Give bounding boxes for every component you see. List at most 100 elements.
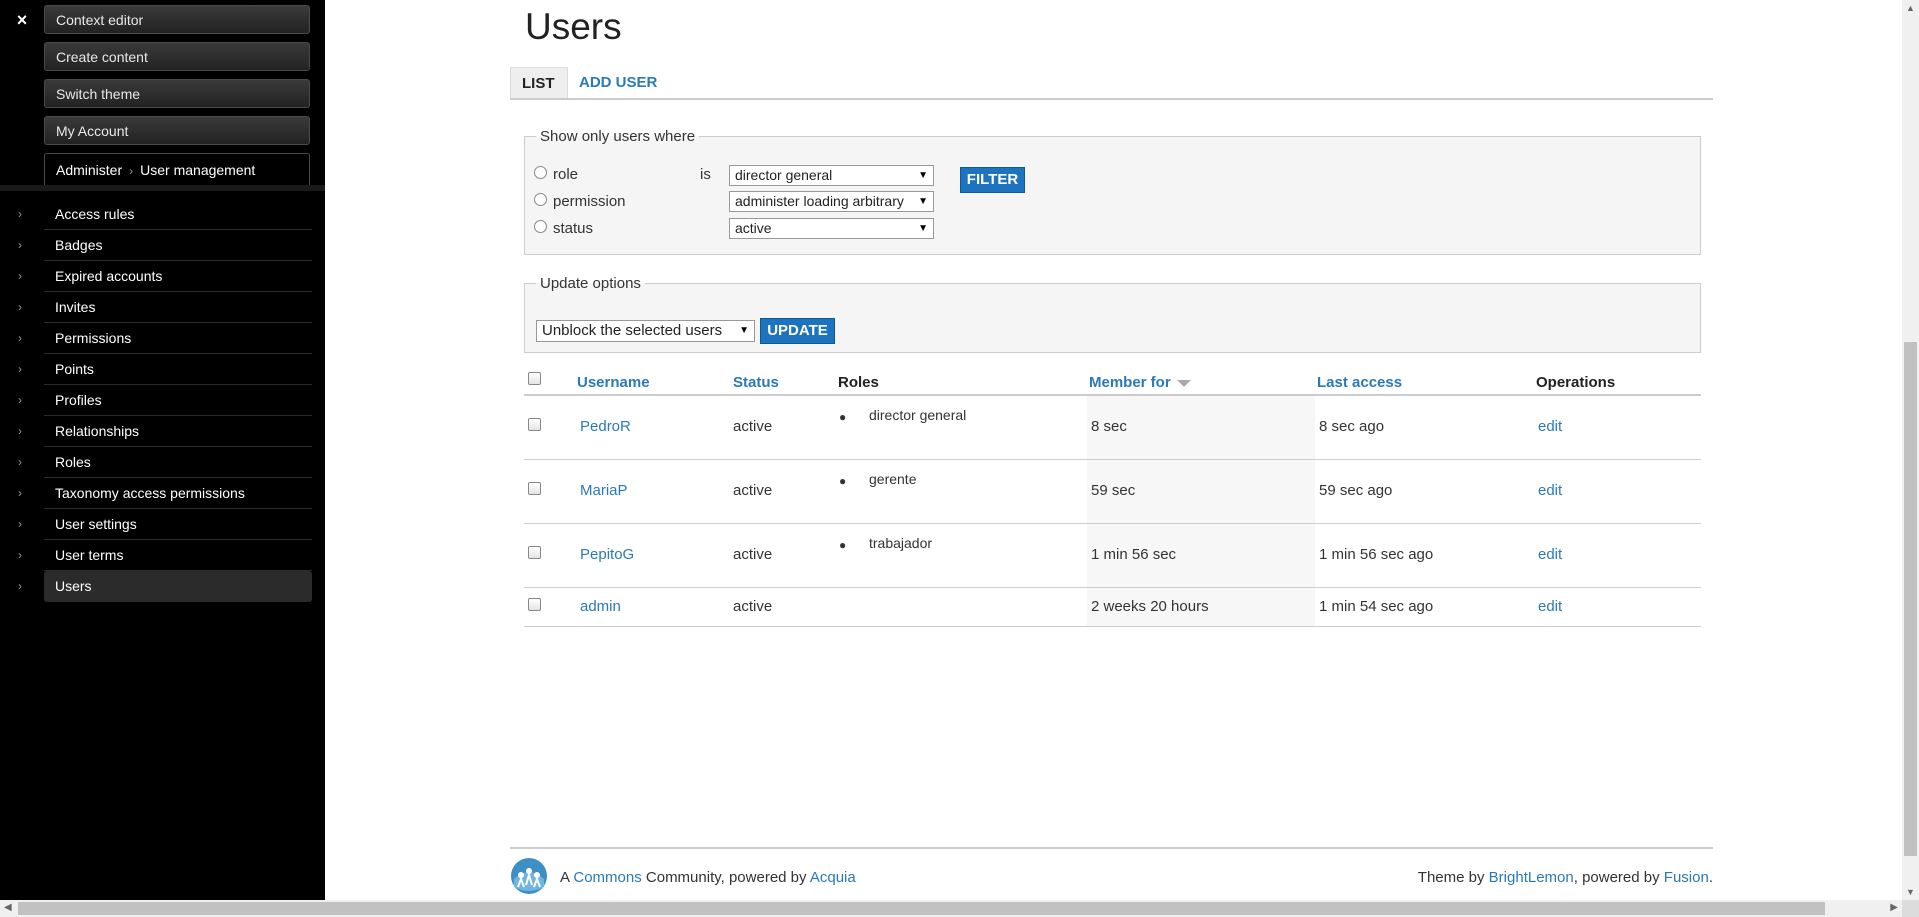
- sidebar-item-users[interactable]: › Users: [18, 571, 312, 602]
- sidebar-item-user-settings[interactable]: › User settings: [18, 509, 312, 540]
- sidebar-item-label: Permissions: [55, 330, 132, 346]
- column-header-status[interactable]: Status: [733, 374, 779, 391]
- role-select[interactable]: director general ▼: [729, 165, 934, 186]
- sidebar-item-label: Roles: [55, 454, 91, 470]
- table-row: admin active 2 weeks 20 hours 1 min 54 s…: [524, 588, 1701, 627]
- filter-fieldset: Show only users where role is director g…: [524, 128, 1701, 255]
- column-header-username[interactable]: Username: [577, 374, 650, 391]
- table-row: PedroR active ● director general 8 sec 8…: [524, 396, 1701, 460]
- breadcrumb-divider: [0, 185, 325, 191]
- edit-link[interactable]: edit: [1538, 418, 1562, 435]
- chevron-right-icon: ›: [18, 486, 22, 500]
- footer-middle: Community, powered by: [645, 869, 807, 886]
- chevron-right-icon: ›: [18, 424, 22, 438]
- sidebar-item-label: User settings: [55, 516, 137, 532]
- scroll-up-icon[interactable]: ▲: [1906, 3, 1915, 13]
- tab-add-user[interactable]: Add user: [568, 67, 668, 98]
- column-header-last-access[interactable]: Last access: [1317, 374, 1402, 391]
- permission-radio[interactable]: [534, 193, 547, 206]
- member-for-label: Member for: [1089, 374, 1171, 391]
- role-radio[interactable]: [534, 166, 547, 179]
- context-editor-button[interactable]: Context editor: [44, 5, 310, 34]
- vertical-scroll-thumb[interactable]: [1904, 342, 1917, 856]
- chevron-right-icon: ›: [129, 164, 134, 178]
- edit-link[interactable]: edit: [1538, 546, 1562, 563]
- username-link[interactable]: PepitoG: [580, 546, 634, 563]
- table-row: PepitoG active ● trabajador 1 min 56 sec…: [524, 524, 1701, 588]
- username-link[interactable]: PedroR: [580, 418, 631, 435]
- sidebar-item-permissions[interactable]: › Permissions: [18, 323, 312, 354]
- column-header-operations: Operations: [1536, 374, 1616, 391]
- status-select[interactable]: active ▼: [729, 218, 934, 239]
- dropdown-arrow-icon: ▼: [918, 170, 928, 181]
- filter-label-status: status: [553, 220, 594, 237]
- sidebar-item-label: Invites: [55, 299, 96, 315]
- my-account-button[interactable]: My Account: [44, 116, 310, 145]
- scroll-down-icon[interactable]: ▼: [1906, 887, 1915, 897]
- breadcrumb: Administer › User management: [44, 153, 310, 185]
- scrollbar-corner: [1902, 900, 1919, 917]
- update-action-select[interactable]: Unblock the selected users ▼: [536, 320, 755, 342]
- create-content-button[interactable]: Create content: [44, 42, 310, 71]
- breadcrumb-parent[interactable]: Administer: [56, 162, 122, 178]
- user-role: gerente: [869, 471, 917, 487]
- sidebar-item-invites[interactable]: › Invites: [18, 292, 312, 323]
- column-header-roles: Roles: [838, 374, 879, 391]
- permission-select[interactable]: administer loading arbitrary ▼: [729, 191, 934, 212]
- acquia-link[interactable]: Acquia: [810, 869, 856, 886]
- sidebar-item-label: Taxonomy access permissions: [55, 485, 245, 501]
- breadcrumb-current[interactable]: User management: [140, 162, 255, 178]
- horizontal-scroll-thumb[interactable]: [18, 902, 1825, 915]
- member-for: 8 sec: [1091, 418, 1127, 435]
- tab-list[interactable]: List: [510, 67, 568, 98]
- sidebar-item-access-rules[interactable]: › Access rules: [18, 199, 312, 230]
- filter-button[interactable]: Filter: [960, 167, 1025, 193]
- status-radio[interactable]: [534, 220, 547, 233]
- scroll-left-icon[interactable]: ◀: [4, 902, 12, 913]
- bullet-icon: ●: [839, 474, 847, 488]
- user-status: active: [733, 598, 773, 615]
- row-checkbox[interactable]: [528, 546, 541, 559]
- scroll-right-icon[interactable]: ▶: [1890, 902, 1898, 913]
- row-checkbox[interactable]: [528, 482, 541, 495]
- switch-theme-button[interactable]: Switch theme: [44, 79, 310, 108]
- commons-logo-icon[interactable]: [510, 857, 548, 895]
- close-icon[interactable]: ×: [14, 10, 30, 30]
- vertical-scrollbar[interactable]: ▲ ▼: [1902, 0, 1919, 900]
- username-link[interactable]: MariaP: [580, 482, 628, 499]
- chevron-right-icon: ›: [18, 548, 22, 562]
- dropdown-arrow-icon: ▼: [739, 325, 749, 336]
- horizontal-scrollbar[interactable]: ◀ ▶: [0, 900, 1902, 917]
- dropdown-arrow-icon: ▼: [918, 223, 928, 234]
- edit-link[interactable]: edit: [1538, 598, 1562, 615]
- user-status: active: [733, 482, 773, 499]
- sidebar-item-points[interactable]: › Points: [18, 354, 312, 385]
- sidebar-item-profiles[interactable]: › Profiles: [18, 385, 312, 416]
- chevron-right-icon: ›: [18, 207, 22, 221]
- sidebar-item-taxonomy-access-permissions[interactable]: › Taxonomy access permissions: [18, 478, 312, 509]
- column-header-member-for[interactable]: Member for: [1089, 374, 1191, 391]
- chevron-right-icon: ›: [18, 579, 22, 593]
- sidebar-item-expired-accounts[interactable]: › Expired accounts: [18, 261, 312, 292]
- update-action-value: Unblock the selected users: [542, 322, 723, 339]
- update-button[interactable]: Update: [760, 318, 835, 344]
- sidebar-item-badges[interactable]: › Badges: [18, 230, 312, 261]
- sidebar-item-label: Expired accounts: [55, 268, 163, 284]
- fusion-link[interactable]: Fusion: [1664, 869, 1709, 886]
- brightlemon-link[interactable]: BrightLemon: [1489, 869, 1574, 886]
- select-all-checkbox[interactable]: [528, 372, 541, 385]
- edit-link[interactable]: edit: [1538, 482, 1562, 499]
- sidebar-item-user-terms[interactable]: › User terms: [18, 540, 312, 571]
- row-checkbox[interactable]: [528, 418, 541, 431]
- commons-link[interactable]: Commons: [573, 869, 641, 886]
- status-select-value: active: [735, 220, 772, 236]
- bullet-icon: ●: [839, 538, 847, 552]
- sidebar-item-relationships[interactable]: › Relationships: [18, 416, 312, 447]
- footer-period: .: [1708, 869, 1713, 886]
- sidebar-item-label: Access rules: [55, 206, 135, 222]
- dropdown-arrow-icon: ▼: [918, 196, 928, 207]
- username-link[interactable]: admin: [580, 598, 621, 615]
- footer-right-text: Theme by BrightLemon, powered by Fusion.: [1418, 869, 1713, 886]
- sidebar-item-roles[interactable]: › Roles: [18, 447, 312, 478]
- row-checkbox[interactable]: [528, 598, 541, 611]
